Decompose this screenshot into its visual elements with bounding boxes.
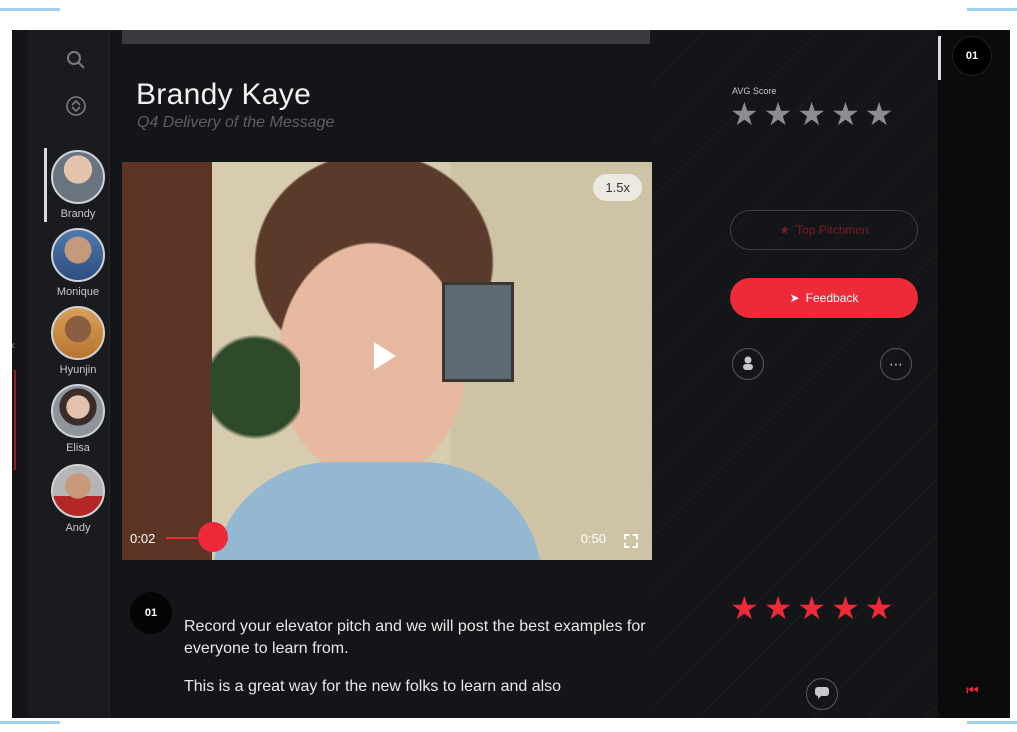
- star-icon: ★: [779, 223, 791, 237]
- step-description: Record your elevator pitch and we will p…: [184, 616, 654, 698]
- video-frame-person: [212, 462, 542, 560]
- star-icon[interactable]: ★: [831, 592, 860, 624]
- feedback-label: Feedback: [805, 291, 859, 305]
- star-icon: ★: [763, 96, 793, 132]
- page-subtitle: Q4 Delivery of the Message: [137, 114, 335, 131]
- star-icon[interactable]: ★: [764, 592, 793, 624]
- avg-score-label: AVG Score: [732, 86, 777, 96]
- person-name: Hyunjin: [59, 364, 97, 376]
- progress-handle[interactable]: [197, 522, 228, 552]
- pager-active-indicator: [938, 36, 941, 80]
- person-name: Andy: [65, 522, 91, 534]
- send-icon: ➤: [789, 291, 800, 305]
- star-icon: ★: [797, 96, 827, 132]
- playback-speed-button[interactable]: 1.5x: [593, 174, 642, 201]
- person-elisa[interactable]: Elisa: [48, 384, 108, 454]
- step-paragraph: This is a great way for the new folks to…: [184, 678, 562, 695]
- user-profile-button[interactable]: [732, 348, 764, 380]
- video-frame-picture: [442, 282, 514, 382]
- top-pitchmen-label: Top Pitchmen: [796, 223, 869, 237]
- edge-drawer-tab[interactable]: ‹: [12, 330, 18, 490]
- person-name: Monique: [56, 286, 100, 298]
- edge-drawer-line: [14, 370, 16, 470]
- video-player[interactable]: 1.5x 0:02 0:50: [122, 162, 652, 560]
- frame-accent: [0, 721, 60, 724]
- video-frame-plant: [210, 312, 300, 462]
- avatar: [51, 306, 105, 360]
- step-paragraph: Record your elevator pitch and we will p…: [184, 618, 646, 657]
- feedback-button[interactable]: ➤ Feedback: [730, 278, 918, 318]
- rating-stars[interactable]: ★ ★ ★ ★ ★: [730, 592, 893, 624]
- star-icon: ★: [864, 96, 894, 132]
- page-title: Brandy Kaye: [136, 78, 312, 111]
- user-icon: [741, 355, 755, 374]
- person-monique[interactable]: Monique: [48, 228, 108, 298]
- current-time: 0:02: [130, 531, 156, 546]
- duration: 0:50: [580, 531, 606, 546]
- person-name: Brandy: [60, 208, 96, 220]
- avg-score-stars: ★ ★ ★ ★ ★: [730, 98, 893, 130]
- person-hyunjin[interactable]: Hyunjin: [48, 306, 108, 376]
- frame-accent: [967, 8, 1017, 11]
- comment-icon: [815, 686, 829, 702]
- skip-back-icon[interactable]: ⏮: [966, 682, 979, 699]
- avatar: [51, 150, 105, 204]
- sort-icon[interactable]: [62, 92, 90, 120]
- play-icon[interactable]: [374, 342, 396, 370]
- top-strip: [122, 30, 650, 44]
- avatar: [51, 464, 105, 518]
- person-andy[interactable]: Andy: [48, 464, 108, 534]
- fullscreen-icon[interactable]: [624, 534, 638, 548]
- comment-button[interactable]: [806, 678, 838, 710]
- app-screen: ‹ Brandy Monique Hyunjin Elisa And: [12, 30, 1010, 718]
- star-icon[interactable]: ★: [730, 592, 759, 624]
- star-icon: ★: [730, 96, 759, 132]
- star-icon[interactable]: ★: [797, 592, 826, 624]
- top-pitchmen-button[interactable]: ★ Top Pitchmen: [730, 210, 918, 250]
- person-brandy[interactable]: Brandy: [48, 150, 108, 220]
- frame-accent: [967, 721, 1017, 724]
- active-person-indicator: [44, 148, 47, 222]
- more-icon: ⋯: [889, 355, 903, 372]
- avatar: [51, 384, 105, 438]
- person-name: Elisa: [66, 442, 90, 454]
- more-options-button[interactable]: ⋯: [880, 348, 912, 380]
- chevron-left-icon: ‹: [12, 338, 15, 352]
- people-sidebar: Brandy Monique Hyunjin Elisa Andy: [28, 30, 110, 718]
- page-number-badge[interactable]: 01: [952, 36, 992, 76]
- star-icon: ★: [831, 96, 860, 132]
- search-icon[interactable]: [62, 46, 90, 74]
- avatar: [51, 228, 105, 282]
- step-number-badge: 01: [130, 592, 172, 634]
- frame-accent: [0, 8, 60, 11]
- pager-strip: [938, 30, 1010, 718]
- star-icon[interactable]: ★: [865, 592, 894, 624]
